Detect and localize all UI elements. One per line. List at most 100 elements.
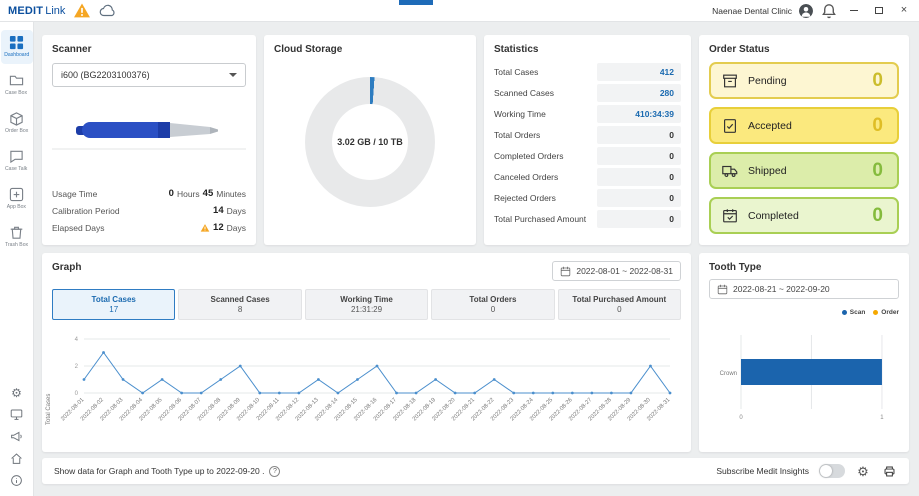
calendar-icon [560, 266, 571, 277]
warning-icon[interactable] [73, 3, 91, 19]
tab-working-time[interactable]: Working Time 21:31:29 [305, 289, 428, 320]
calibration-period-row: Calibration Period 14Days [52, 202, 246, 219]
sidebar-label-dashboard: Dashboard [4, 52, 29, 57]
order-status-accepted[interactable]: Accepted 0 [709, 107, 899, 144]
scanner-device-value: i600 (BG2203100376) [61, 70, 150, 80]
completed-calendar-icon [721, 207, 739, 225]
printer-icon[interactable] [881, 463, 897, 479]
scanner-device-select[interactable]: i600 (BG2203100376) [52, 63, 246, 87]
tooth-type-card: Tooth Type 2022-08-21 ~ 2022-09-20 Scan … [699, 253, 909, 452]
case-box-icon [9, 73, 24, 88]
footer-notice: Show data for Graph and Tooth Type up to… [54, 466, 264, 476]
graph-y-axis-label: Total Cases [46, 394, 52, 425]
announcement-icon[interactable] [9, 429, 24, 444]
graph-card: Graph 2022-08-01 ~ 2022-08-31 Total Case… [42, 253, 691, 452]
stat-row-working-time: Working Time 410:34:39 [484, 103, 691, 124]
clinic-name[interactable]: Naenae Dental Clinic [712, 6, 792, 16]
trash-box-icon [9, 225, 24, 240]
remote-display-icon[interactable] [9, 407, 24, 422]
logo-text-medit: MEDIT [8, 5, 43, 17]
cloud-storage-title: Cloud Storage [264, 35, 476, 55]
sidebar-item-case-box[interactable]: Case Box [1, 68, 33, 102]
graph-tabs: Total Cases 17 Scanned Cases 8 Working T… [52, 289, 681, 320]
subscribe-label: Subscribe Medit Insights [716, 466, 809, 476]
tooth-type-title: Tooth Type [699, 253, 909, 273]
legend-scan: Scan [842, 309, 866, 316]
statistics-title: Statistics [484, 35, 691, 55]
medit-link-window: MEDIT Link Naenae Dental Clinic × Dashbo [0, 0, 919, 496]
top-bar: MEDIT Link Naenae Dental Clinic × [0, 0, 919, 22]
statistics-card: Statistics Total Cases 412 Scanned Cases… [484, 35, 691, 245]
settings-gear-icon[interactable]: ⚙ [9, 385, 24, 400]
close-icon[interactable]: × [895, 2, 913, 20]
sidebar-item-order-box[interactable]: Order Box [1, 106, 33, 140]
footer-bar: Show data for Graph and Tooth Type up to… [42, 458, 909, 484]
svg-text:0: 0 [739, 415, 743, 421]
subscribe-toggle[interactable] [819, 464, 845, 478]
svg-text:0: 0 [75, 391, 79, 397]
svg-text:4: 4 [75, 337, 79, 343]
scanner-device-image [52, 97, 246, 173]
sidebar-item-trash-box[interactable]: Trash Box [1, 220, 33, 254]
stat-row-rejected-orders: Rejected Orders 0 [484, 187, 691, 208]
app-box-icon [9, 187, 24, 202]
tooth-type-legend: Scan Order [842, 309, 899, 316]
maximize-icon[interactable] [870, 2, 888, 20]
order-status-completed[interactable]: Completed 0 [709, 197, 899, 234]
scanner-card-title: Scanner [42, 35, 256, 55]
avatar-icon[interactable] [799, 4, 813, 18]
home-icon[interactable] [9, 451, 24, 466]
order-status-shipped[interactable]: Shipped 0 [709, 152, 899, 189]
stat-row-canceled-orders: Canceled Orders 0 [484, 166, 691, 187]
scan-dot-icon [842, 310, 847, 315]
usage-time-value: 0Hours 45Minutes [169, 188, 246, 199]
gear-icon[interactable]: ⚙ [855, 463, 871, 479]
order-status-title: Order Status [699, 35, 909, 55]
scanner-info: Usage Time 0Hours 45Minutes Calibration … [52, 185, 246, 236]
svg-text:1: 1 [880, 415, 884, 421]
order-box-icon [9, 111, 24, 126]
scanner-card: Scanner i600 (BG2203100376) Usage Time 0… [42, 35, 256, 245]
minimize-icon[interactable] [845, 2, 863, 20]
sidebar-item-app-box[interactable]: App Box [1, 182, 33, 216]
stat-row-total-orders: Total Orders 0 [484, 124, 691, 145]
order-status-items: Pending 0 Accepted 0 Shipped 0 Completed… [699, 62, 909, 234]
bell-icon[interactable] [820, 3, 838, 19]
graph-date-range[interactable]: 2022-08-01 ~ 2022-08-31 [552, 261, 681, 281]
shipped-truck-icon [721, 162, 739, 180]
order-dot-icon [873, 310, 878, 315]
tooth-type-bar-chart: 01Crown [707, 327, 901, 439]
tab-total-orders[interactable]: Total Orders 0 [431, 289, 554, 320]
sidebar-item-case-talk[interactable]: Case Talk [1, 144, 33, 178]
accepted-check-icon [721, 117, 739, 135]
dashboard-icon [9, 35, 24, 50]
info-icon[interactable] [9, 473, 24, 488]
case-talk-icon [9, 149, 24, 164]
stat-row-total-purchased: Total Purchased Amount 0 [484, 208, 691, 229]
total-cases-line-chart: 0242022-08-012022-08-022022-08-032022-08… [58, 329, 678, 447]
order-status-card: Order Status Pending 0 Accepted 0 Shippe… [699, 35, 909, 245]
sidebar-label-case-box: Case Box [5, 90, 27, 95]
calibration-period-label: Calibration Period [52, 206, 120, 216]
tab-scanned-cases[interactable]: Scanned Cases 8 [178, 289, 301, 320]
sidebar-label-case-talk: Case Talk [5, 166, 27, 171]
tab-total-purchased-amount[interactable]: Total Purchased Amount 0 [558, 289, 681, 320]
stat-row-completed-orders: Completed Orders 0 [484, 145, 691, 166]
logo-text-link: Link [45, 5, 65, 17]
sidebar-label-order-box: Order Box [5, 128, 28, 133]
sidebar: Dashboard Case Box Order Box Case Talk A… [0, 22, 34, 496]
cloud-sync-icon[interactable] [99, 3, 117, 19]
sidebar-item-dashboard[interactable]: Dashboard [1, 30, 33, 64]
sidebar-label-app-box: App Box [7, 204, 26, 209]
tab-total-cases[interactable]: Total Cases 17 [52, 289, 175, 320]
statistics-rows: Total Cases 412 Scanned Cases 280 Workin… [484, 61, 691, 229]
help-icon[interactable]: ? [269, 466, 280, 477]
sidebar-label-trash-box: Trash Box [5, 242, 28, 247]
order-status-pending[interactable]: Pending 0 [709, 62, 899, 99]
svg-text:2: 2 [75, 364, 79, 370]
calibration-period-value: 14Days [213, 205, 246, 216]
tooth-type-date-range[interactable]: 2022-08-21 ~ 2022-09-20 [709, 279, 899, 299]
top-notification-strip [399, 0, 433, 5]
stat-row-scanned-cases: Scanned Cases 280 [484, 82, 691, 103]
medit-link-logo[interactable]: MEDIT Link [8, 5, 65, 17]
